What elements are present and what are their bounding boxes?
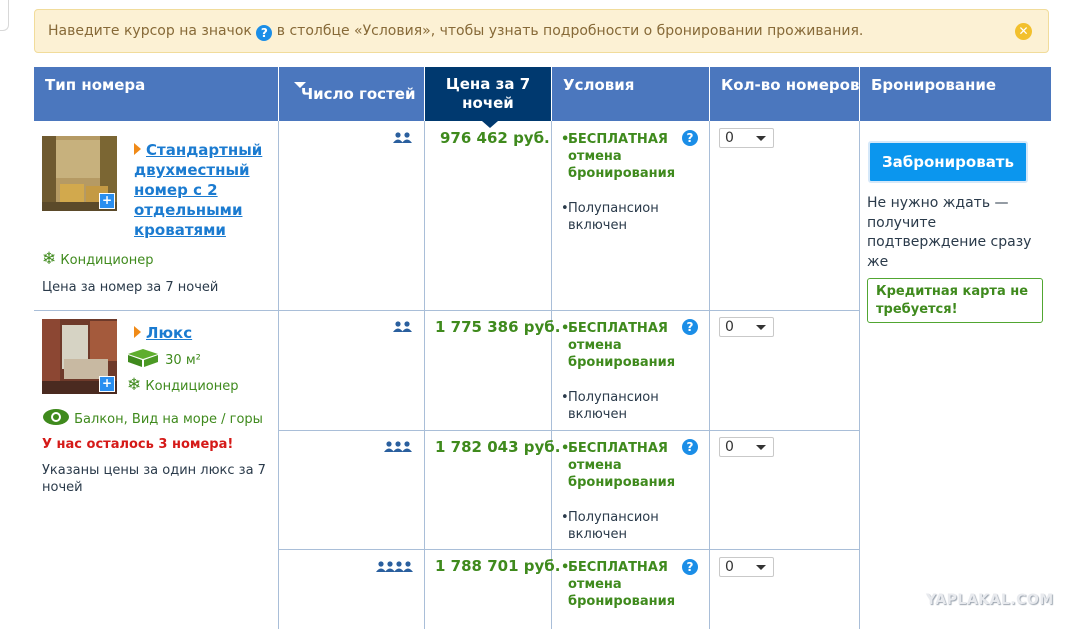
notice-text-after: в столбце «Условия», чтобы узнать подроб… (276, 23, 864, 39)
room-photo-standard[interactable]: + (42, 136, 117, 211)
divider (34, 310, 859, 311)
close-circle-icon[interactable]: ✕ (1015, 23, 1032, 40)
divider (278, 549, 859, 550)
price-value: 1 788 701 руб. (435, 557, 561, 575)
price-value: 976 462 руб. (440, 129, 550, 147)
amenity-aircon: ❄ Кондиционер (127, 375, 239, 395)
snowflake-icon: ❄ (127, 375, 142, 395)
info-notice: Наведите курсор на значок ? в столбце «У… (34, 9, 1049, 53)
header-guests-label: Число гостей (301, 85, 416, 103)
chevron-down-icon (756, 325, 766, 330)
divider (709, 121, 710, 629)
chevron-down-icon (756, 136, 766, 141)
divider (859, 121, 860, 629)
question-circle-icon[interactable]: ? (682, 439, 698, 455)
arrow-right-icon (134, 326, 141, 338)
header-room-type: Тип номера (34, 67, 278, 121)
condition-meal: • Полупансион включен (561, 201, 659, 233)
watermark: YAPLAKAL.COM (926, 592, 1054, 608)
room-link-lux[interactable]: Люкс (134, 323, 192, 343)
people-icon (384, 438, 413, 457)
amenity-aircon: ❄ Кондиционер (42, 249, 154, 269)
people-icon (376, 558, 414, 577)
page-edge (0, 0, 9, 31)
room-link-standard[interactable]: Стандартный двухместный номер с 2 отдель… (134, 140, 274, 240)
instant-confirmation-note: Не нужно ждать — получите подтверждение … (867, 195, 1032, 270)
condition-free-cancel: • БЕСПЛАТНАЯ отмена бронирования (561, 560, 676, 609)
divider (424, 121, 425, 629)
room-title-standard[interactable]: Стандартный двухместный номер с 2 отдель… (134, 140, 274, 240)
snowflake-icon: ❄ (42, 249, 57, 269)
question-circle-icon[interactable]: ? (682, 319, 698, 335)
condition-free-cancel: • БЕСПЛАТНАЯ отмена бронирования (561, 321, 676, 370)
price-note: Цена за номер за 7 ночей (42, 280, 219, 295)
notice-text-before: Наведите курсор на значок (48, 23, 252, 39)
price-note: Указаны цены за один люкс за 7 ночей (42, 463, 266, 495)
rooms-quantity-select[interactable]: 0 (719, 437, 774, 457)
people-icon (393, 129, 413, 148)
availability-warning: У нас осталось 3 номера! (42, 437, 234, 452)
divider (278, 430, 859, 431)
header-price[interactable]: Цена за 7 ночей (425, 67, 551, 128)
condition-meal: • Полупансион включен (561, 510, 659, 542)
plus-icon: + (99, 376, 115, 392)
notice-text: Наведите курсор на значок ? в столбце «У… (48, 23, 863, 41)
header-price-line2: ночей (462, 94, 514, 112)
question-circle-icon[interactable]: ? (682, 559, 698, 575)
header-conditions: Условия (552, 67, 709, 121)
question-circle-icon[interactable]: ? (682, 130, 698, 146)
rooms-table: Тип номера Число гостей Цена за 7 ночей … (34, 67, 1051, 629)
header-guests[interactable]: Число гостей (279, 67, 424, 121)
price-value: 1 775 386 руб. (435, 318, 561, 336)
header-rooms-count: Кол-во номеров (710, 67, 859, 121)
chevron-down-icon (756, 565, 766, 570)
sort-active-arrow-icon (482, 121, 498, 128)
rooms-quantity-select[interactable]: 0 (719, 557, 774, 577)
condition-meal: • Полупансион включен (561, 390, 659, 422)
arrow-right-icon (134, 143, 141, 155)
chevron-down-icon (756, 445, 766, 450)
rooms-quantity-select[interactable]: 0 (719, 128, 774, 148)
header-booking: Бронирование (860, 67, 1051, 121)
room-photo-lux[interactable]: + (42, 319, 117, 394)
book-button[interactable]: Забронировать (868, 141, 1028, 183)
no-credit-card-badge: Кредитная карта не требуется! (867, 278, 1043, 323)
room-area: 30 м² (127, 348, 201, 368)
rooms-quantity-select[interactable]: 0 (719, 317, 774, 337)
plus-icon: + (99, 193, 115, 209)
condition-free-cancel: • БЕСПЛАТНАЯ отмена бронирования (561, 441, 676, 490)
divider (551, 121, 552, 629)
condition-free-cancel: • БЕСПЛАТНАЯ отмена бронирования (561, 132, 676, 181)
header-price-line1: Цена за 7 (445, 75, 531, 93)
eye-icon (43, 409, 69, 425)
cube-icon (128, 349, 158, 367)
question-circle-icon: ? (256, 25, 273, 41)
room-view: Балкон, Вид на море / горы (42, 407, 263, 427)
price-value: 1 782 043 руб. (435, 438, 561, 456)
people-icon (393, 318, 413, 337)
divider (278, 121, 279, 629)
